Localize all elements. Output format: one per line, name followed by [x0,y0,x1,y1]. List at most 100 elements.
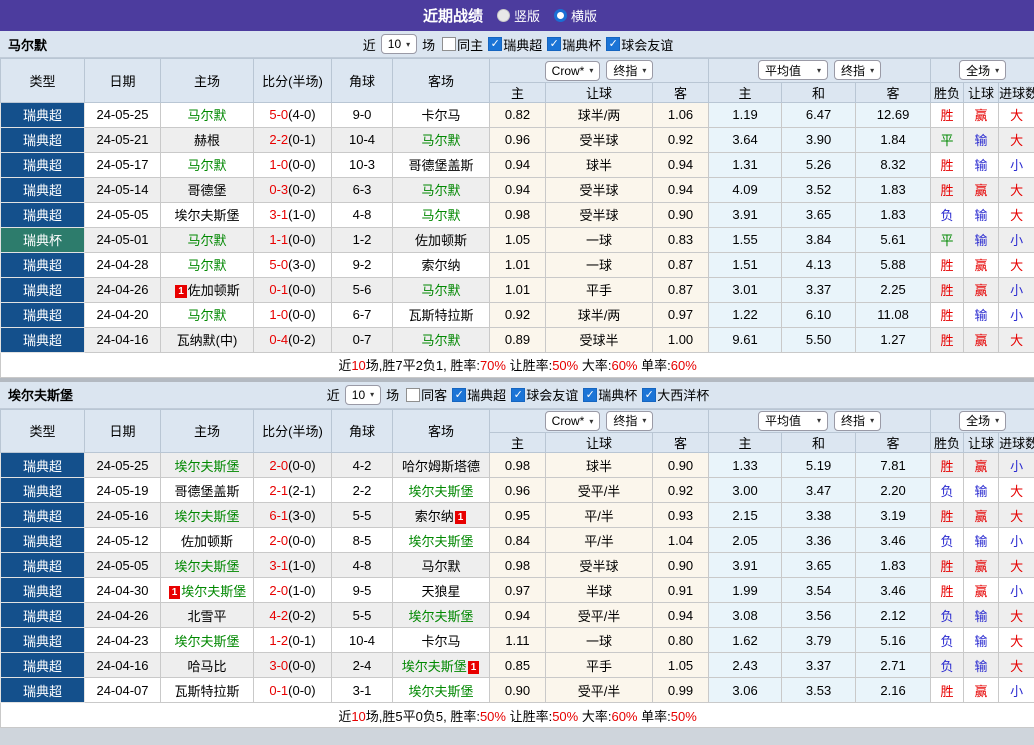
team-name: 哥德堡盖斯 [408,158,474,173]
odds-home-cell: 0.92 [489,301,546,328]
score-halftime: (0-0) [288,282,316,297]
avg-away-cell: 2.20 [855,477,932,503]
avg-final-select-value: 终指 [841,63,866,78]
avg-away-cell: 3.46 [855,577,932,603]
result-goals-cell: 大 [998,201,1034,228]
odds-home-cell: 1.01 [489,276,546,303]
result-goals-cell: 小 [998,677,1034,703]
match-row: 瑞典超 24-04-28 马尔默 5-0(3-0) 9-2 索尔纳 1.01 一球 0.87 1.… [0,251,1034,278]
odds-company-select[interactable]: Crow* ▾ [544,411,601,431]
odds-home-cell: 0.98 [489,201,546,228]
date-cell: 24-05-01 [84,226,161,253]
odds-final-select[interactable]: 终指 ▾ [606,410,654,431]
avg-final-select[interactable]: 终指 ▾ [834,60,882,81]
scope-select[interactable]: 全场 ▾ [959,60,1007,81]
avg-draw-cell: 3.65 [781,552,857,578]
summary-text: 大率: [578,708,612,724]
col-header: 角球 [331,408,393,453]
team-name: 马尔默 [187,233,227,248]
team-name: 瓦纳默(中) [176,333,238,348]
league-checkbox-3[interactable]: ✓ [606,37,621,51]
avg-home-cell: 3.06 [708,677,783,703]
same-venue-checkbox[interactable] [442,37,457,51]
scope-select-value: 全场 [966,63,991,78]
result-handicap-cell: 赢 [963,326,1000,353]
score-fulltime: 6-1 [269,507,289,523]
col-header: 客场 [392,408,490,453]
result-wdl-cell: 负 [930,602,965,628]
corner-cell: 9-0 [331,101,393,128]
corner-cell: 8-5 [331,527,393,553]
odds-away-cell: 0.92 [651,126,710,153]
scope-select[interactable]: 全场 ▾ [959,410,1007,431]
result-handicap-cell: 输 [963,201,1000,228]
result-goals-cell: 大 [998,251,1034,278]
avg-draw-cell: 5.26 [781,151,857,178]
match-row: 瑞典超 24-05-25 马尔默 5-0(4-0) 9-0 卡尔马 0.82 球半/两 1.06… [0,101,1034,128]
result-handicap-cell: 赢 [963,552,1000,578]
odds-away-cell: 1.06 [651,101,710,128]
layout-radio-group: 竖版 横版 [496,6,611,25]
same-venue-checkbox[interactable] [406,387,421,402]
games-label: 场 [422,37,436,53]
score-halftime: (0-0) [288,532,316,548]
home-team-cell: 赫根 [160,126,254,153]
league-checkbox-3-label: 瑞典杯 [598,388,638,403]
team-name: 北雪平 [187,608,227,624]
odds-final-select-value: 终指 [613,414,638,428]
score-halftime: (1-0) [288,557,316,573]
col-header: 类型 [0,58,85,103]
odds-home-cell: 0.95 [489,502,546,528]
odds-home-cell: 0.94 [489,602,546,628]
col-header: 让球 [545,432,653,453]
col-header: 让球 [545,81,653,103]
league-checkbox-1[interactable]: ✓ [452,387,467,402]
home-team-cell: 瓦斯特拉斯 [160,677,254,703]
team-title: 马尔默 [8,37,48,53]
avg-source-select[interactable]: 平均值 ▾ [758,410,829,431]
col-header: 主 [708,432,783,453]
league-checkbox-2[interactable]: ✓ [511,387,526,402]
match-row: 瑞典超 24-05-19 哥德堡盖斯 2-1(2-1) 2-2 埃尔夫斯堡 0.96 受平/半… [0,477,1034,503]
odds-away-cell: 0.94 [651,602,710,628]
team-name: 马尔默 [421,333,461,348]
odds-handicap-cell: 平/半 [545,527,653,553]
league-checkbox-3[interactable]: ✓ [583,387,598,402]
odds-final-select[interactable]: 终指 ▾ [606,60,654,80]
away-team-cell: 马尔默 [392,326,490,353]
avg-draw-cell: 3.54 [781,577,857,603]
league-checkbox-1[interactable]: ✓ [488,37,503,51]
vertical-layout-radio[interactable] [496,9,510,22]
sections-container: 马尔默近 10 ▾ 场同主 ✓ 瑞典超 ✓ 瑞典杯 ✓ 球会友谊 类型 日期 主场 比分(半场) 角球 客场 C… [0,31,1034,728]
match-count-select[interactable]: 10 ▾ [344,384,382,405]
match-row: 瑞典超 24-04-07 瓦斯特拉斯 0-1(0-0) 3-1 埃尔夫斯堡 0.90 受平/半… [0,677,1034,703]
odds-away-cell: 0.83 [651,226,710,253]
league-checkbox-2[interactable]: ✓ [547,37,562,51]
odds-company-select[interactable]: Crow* ▾ [544,60,601,81]
match-row: 瑞典杯 24-05-01 马尔默 1-1(0-0) 1-2 佐加顿斯 1.05 一球 0.83 1… [0,226,1034,253]
home-team-cell: 瓦纳默(中) [160,326,254,353]
avg-draw-cell: 5.19 [781,452,857,478]
match-count-select[interactable]: 10 ▾ [380,34,418,54]
home-team-cell: 哥德堡 [160,176,254,203]
league-checkbox-4[interactable]: ✓ [642,387,657,402]
avg-source-select[interactable]: 平均值 ▾ [758,60,829,81]
team-name: 埃尔夫斯堡 [174,208,240,223]
away-team-cell: 哈尔姆斯塔德 [392,452,490,478]
type-badge: 瑞典超 [0,326,85,353]
score-fulltime: 0-4 [269,332,289,347]
odds-home-cell: 0.96 [489,126,546,153]
chevron-down-icon: ▾ [642,65,647,75]
corner-cell: 0-7 [331,326,393,353]
result-goals-cell: 小 [998,301,1034,328]
score-cell: 1-2(0-1) [253,627,332,653]
chevron-down-icon: ▾ [870,65,875,75]
score-fulltime: 1-0 [269,307,289,322]
home-team-cell: 埃尔夫斯堡 [160,201,254,228]
horizontal-layout-radio[interactable] [554,9,567,22]
result-wdl-cell: 胜 [930,251,965,278]
summary-text: 50% [670,708,697,724]
team-name: 埃尔夫斯堡 [174,508,240,524]
team-name: 埃尔夫斯堡 [408,533,474,549]
avg-final-select[interactable]: 终指 ▾ [834,410,882,431]
